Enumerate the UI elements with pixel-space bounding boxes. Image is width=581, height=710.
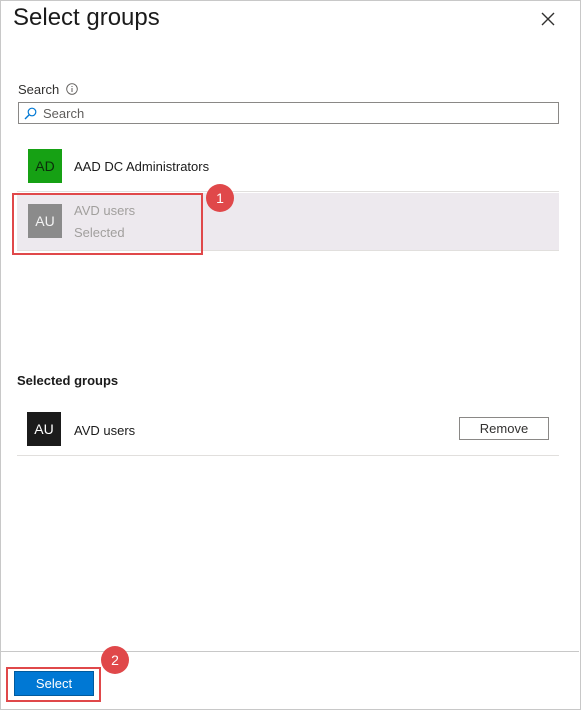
search-label: Search bbox=[18, 82, 60, 97]
search-field[interactable] bbox=[18, 102, 559, 124]
info-icon[interactable] bbox=[66, 83, 78, 95]
callout-badge-1: 1 bbox=[206, 184, 234, 212]
callout-highlight-1 bbox=[12, 193, 203, 255]
remove-button[interactable]: Remove bbox=[459, 417, 549, 440]
selected-group-row: AU AVD users Remove bbox=[17, 407, 559, 456]
group-name: AAD DC Administrators bbox=[74, 159, 210, 174]
group-name: AVD users bbox=[74, 423, 136, 438]
search-input[interactable] bbox=[43, 104, 543, 122]
list-item-aad-dc-administrators[interactable]: AD AAD DC Administrators bbox=[17, 143, 559, 192]
page-title: Select groups bbox=[13, 4, 160, 31]
avatar: AU bbox=[27, 412, 61, 446]
search-icon bbox=[24, 107, 37, 120]
close-icon[interactable] bbox=[538, 9, 558, 29]
callout-badge-2: 2 bbox=[101, 646, 129, 674]
callout-highlight-2 bbox=[6, 667, 101, 702]
avatar: AD bbox=[28, 149, 62, 183]
selected-groups-heading: Selected groups bbox=[17, 373, 119, 388]
footer-divider bbox=[1, 651, 579, 652]
